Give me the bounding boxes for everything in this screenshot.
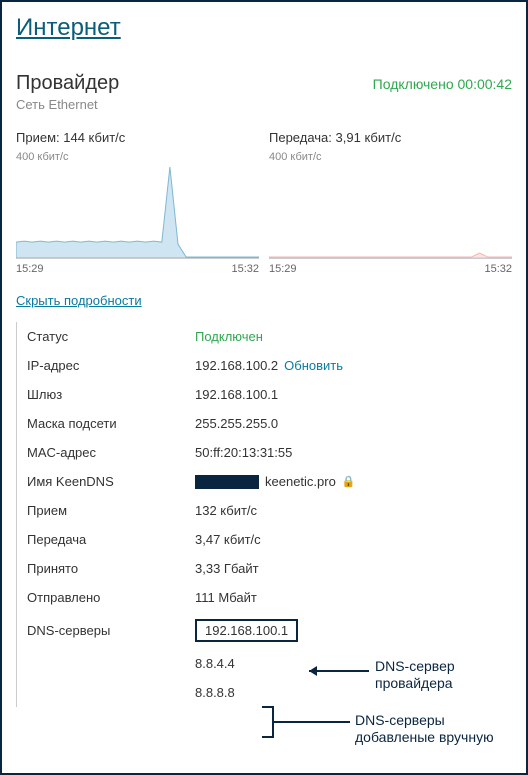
tx-detail-label: Передача — [27, 532, 195, 547]
sent-label: Отправлено — [27, 590, 195, 605]
redacted-box — [195, 475, 259, 489]
rx-time-start: 15:29 — [16, 263, 44, 275]
network-type: Сеть Ethernet — [16, 97, 512, 112]
arrow-connector-icon — [262, 736, 272, 738]
arrow-connector-icon — [262, 706, 272, 708]
provider-title: Провайдер — [16, 72, 119, 95]
tx-detail-value: 3,47 кбит/с — [195, 532, 261, 547]
mask-label: Маска подсети — [27, 416, 195, 431]
rx-chart: Прием: 144 кбит/с 400 кбит/с 15:29 15:32 — [16, 130, 259, 275]
rx-detail-value: 132 кбит/с — [195, 503, 257, 518]
mac-label: MAC-адрес — [27, 445, 195, 460]
mac-value: 50:ff:20:13:31:55 — [195, 445, 292, 460]
status-label: Статус — [27, 329, 195, 344]
dns-label: DNS-серверы — [27, 623, 195, 638]
ip-refresh-link[interactable]: Обновить — [284, 358, 343, 373]
keendns-value: keenetic.pro 🔒 — [195, 474, 356, 489]
toggle-details-link[interactable]: Скрыть подробности — [16, 293, 142, 308]
page-title-link[interactable]: Интернет — [16, 14, 121, 42]
gateway-label: Шлюз — [27, 387, 195, 402]
keendns-label: Имя KeenDNS — [27, 474, 195, 489]
dns-primary-value: 192.168.100.1 — [195, 619, 298, 642]
dns-manual-1: 8.8.4.4 — [195, 656, 235, 671]
details-panel: Статус Подключен IP-адрес 192.168.100.2 … — [16, 322, 512, 707]
mask-value: 255.255.255.0 — [195, 416, 278, 431]
lock-icon: 🔒 — [342, 475, 356, 488]
sent-value: 111 Мбайт — [195, 590, 257, 605]
received-label: Принято — [27, 561, 195, 576]
rx-time-end: 15:32 — [231, 263, 259, 275]
arrow-icon — [309, 670, 369, 672]
rx-detail-label: Прием — [27, 503, 195, 518]
ip-label: IP-адрес — [27, 358, 195, 373]
received-value: 3,33 Гбайт — [195, 561, 259, 576]
gateway-value: 192.168.100.1 — [195, 387, 278, 402]
status-value: Подключен — [195, 329, 263, 344]
arrow-icon — [274, 721, 350, 723]
tx-time-start: 15:29 — [269, 263, 297, 275]
tx-time-end: 15:32 — [484, 263, 512, 275]
ip-value: 192.168.100.2 — [195, 358, 278, 373]
dns-manual-2: 8.8.8.8 — [195, 685, 235, 700]
connection-status: Подключено 00:00:42 — [373, 76, 512, 92]
tx-chart: Передача: 3,91 кбит/с 400 кбит/с 15:29 1… — [269, 130, 512, 275]
